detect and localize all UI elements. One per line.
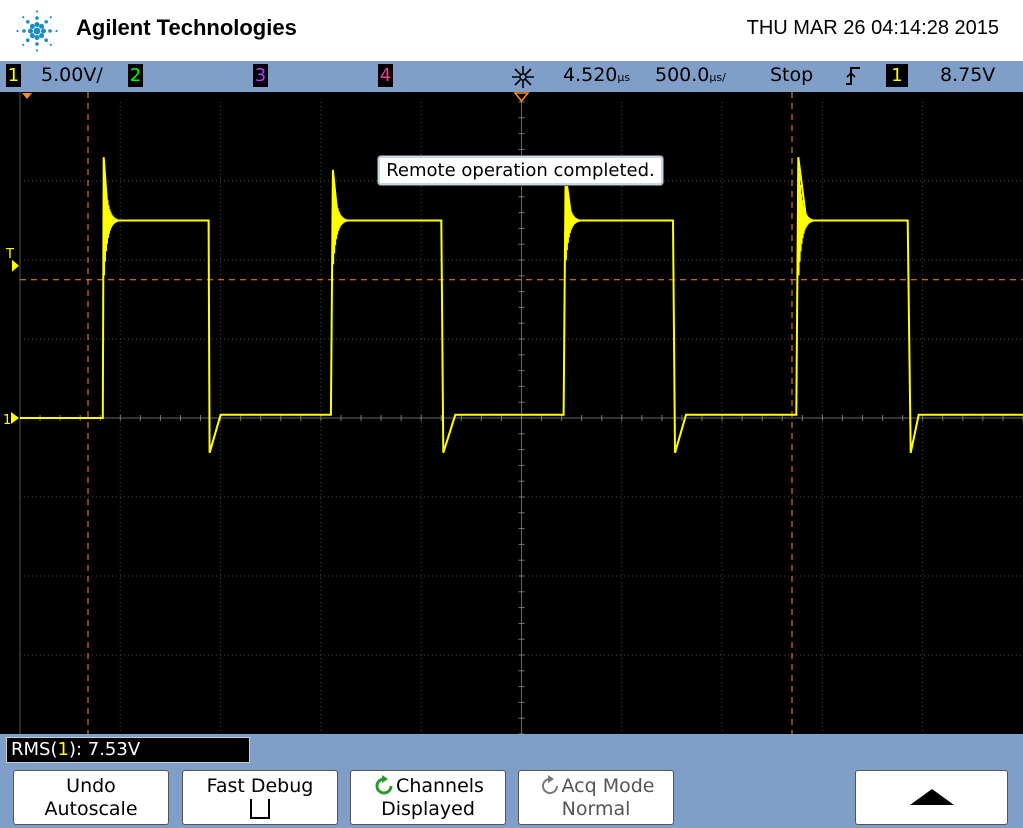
run-state: Stop [770,64,814,86]
logo-dot [22,16,25,19]
time-offset[interactable]: 4.520µs [563,64,630,86]
logo-dot [22,29,26,33]
fast-debug-checkbox[interactable] [250,799,270,819]
measurement-value: ): 7.53V [68,739,141,760]
softkey-4-line2: Normal [561,798,631,820]
channel-1-scale: 5.00V/ [41,64,103,86]
agilent-spark-logo-icon [16,10,58,52]
softkey-4-line1: Acq Mode [561,775,655,797]
trigger-position-marker [513,92,530,103]
date-time: THU MAR 26 04:14:28 2015 [746,17,999,39]
logo-center-dot [33,27,41,35]
up-arrow-icon [909,789,954,805]
logo-dot [49,43,52,46]
brand-name: Agilent Technologies [76,15,297,40]
logo-dot [29,33,35,39]
fast-debug-button[interactable]: Fast Debug [182,770,338,825]
message-box: Remote operation completed. [377,155,664,186]
channel-4-indicator[interactable]: 4 [378,64,393,87]
logo-dot [44,38,48,42]
softkey-2-line1: Fast Debug [206,775,314,797]
status-bar: 1 5.00V/ 2 3 4 4.520µs 500.0µs/ Stop 1 8… [0,61,1023,92]
time-offset-value: 4.520 [563,64,618,86]
ground-level-marker: 1 [3,413,11,428]
logo-dot [48,29,52,33]
cycle-arrow-icon [375,775,393,795]
logo-dot [26,38,30,42]
acq-mode-button[interactable]: Acq Mode Normal [518,770,674,825]
logo-dot [41,28,46,34]
logo-dot [16,29,19,33]
logo-dot [55,29,58,33]
timebase-scale[interactable]: 500.0µs/ [655,64,726,86]
logo-dot [35,49,39,52]
logo-dots [16,10,58,52]
trigger-level-marker: T [5,247,14,262]
logo-dot [39,23,45,29]
softkey-bar: RMS(1): 7.53V Undo Autoscale Fast Debug … [0,734,1023,828]
measurement-label: RMS( [11,739,58,760]
menu-up-button[interactable] [855,770,1008,825]
logo-dot [49,16,52,19]
left-reference-marker [22,93,32,99]
logo-dot [34,22,40,27]
logo-dot [26,20,30,24]
trigger-arrow-icon [12,259,19,272]
logo-dot [35,16,39,20]
logo-dot [35,10,39,13]
softkey-3-line2: Displayed [381,798,475,820]
channel-4-badge: 4 [378,64,393,87]
waveform-display[interactable]: 1T Remote operation completed. [0,92,1023,734]
logo-dot [35,42,39,46]
channel-3-indicator[interactable]: 3 [253,64,268,87]
rising-edge-trigger-icon [845,66,861,91]
softkey-1-line1: Undo [66,775,116,797]
logo-dot [22,43,25,46]
softkey-1-line2: Autoscale [44,798,138,820]
graticule [19,92,1023,734]
title-bar: Agilent Technologies THU MAR 26 04:14:28… [0,0,1023,61]
channel-3-badge: 3 [253,64,268,87]
delay-icon [510,65,536,94]
ground-arrow-icon [11,412,19,424]
softkey-3-line1: Channels [396,775,484,797]
logo-dot [44,20,48,24]
trigger-source[interactable]: 1 [886,64,908,87]
channels-displayed-button[interactable]: Channels Displayed [350,770,506,825]
timebase-value: 500.0 [655,64,710,86]
undo-autoscale-button[interactable]: Undo Autoscale [13,770,169,825]
logo-dot [29,23,35,29]
channel-2-indicator[interactable]: 2 [128,64,143,87]
cycle-arrow-icon [541,775,558,794]
channel-1-badge: 1 [6,64,21,87]
logo-dot [28,28,33,34]
measurement-channel: 1 [57,739,69,760]
channel-1-indicator[interactable]: 1 5.00V/ [6,64,103,87]
measurement-readout: RMS(1): 7.53V [6,737,250,763]
waveform-plot: 1T [3,92,1023,734]
trigger-level[interactable]: 8.75V [940,64,995,86]
trigger-source-badge: 1 [886,64,908,87]
timebase-unit: µs/ [709,71,726,84]
logo-dot [34,35,40,40]
channel-2-badge: 2 [128,64,143,87]
time-offset-unit: µs [617,71,631,84]
logo-dot [39,33,45,39]
